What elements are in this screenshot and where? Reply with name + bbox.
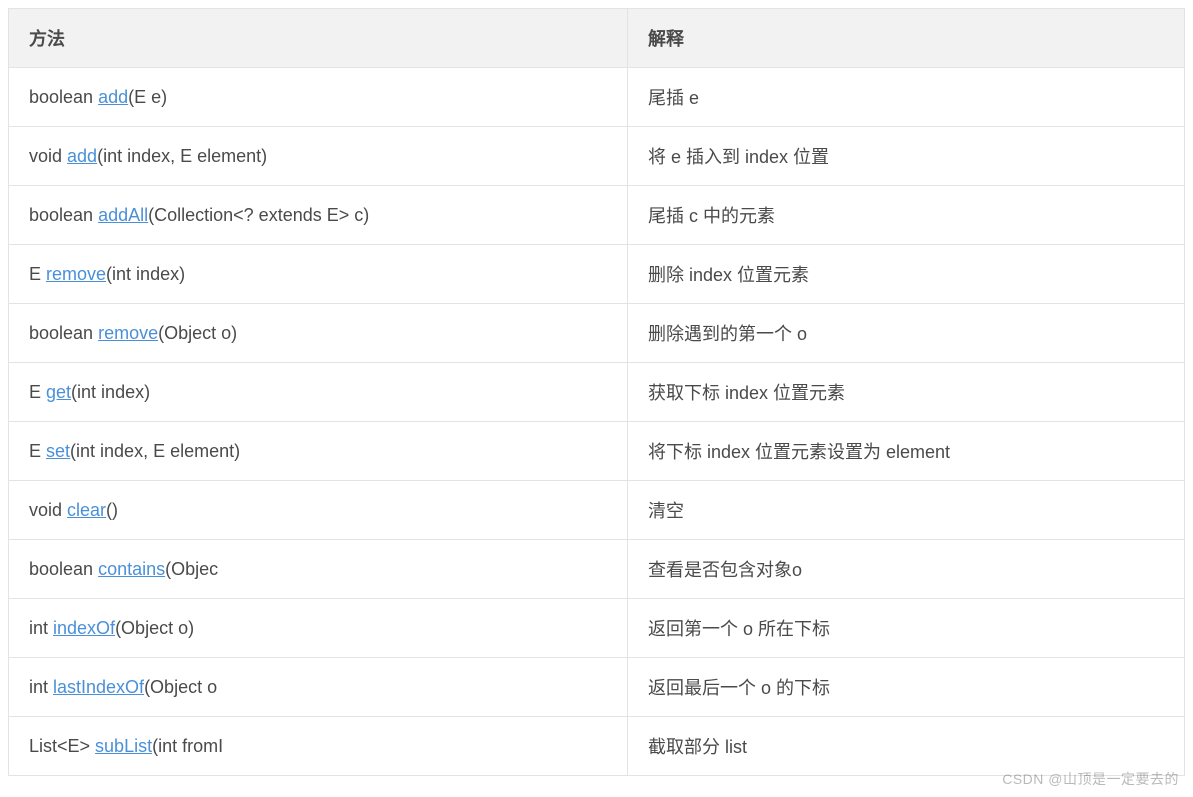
- methods-table: 方法 解释 boolean add(E e) 尾插 e void add(int…: [8, 8, 1185, 776]
- table-row: boolean addAll(Collection<? extends E> c…: [9, 186, 1185, 245]
- method-prefix: boolean: [29, 205, 98, 225]
- method-cell: E set(int index, E element): [9, 422, 628, 481]
- method-suffix: (): [106, 500, 118, 520]
- description-cell: 将下标 index 位置元素设置为 element: [627, 422, 1184, 481]
- method-cell: boolean add(E e): [9, 68, 628, 127]
- table-row: boolean remove(Object o) 删除遇到的第一个 o: [9, 304, 1185, 363]
- method-link[interactable]: add: [67, 146, 97, 166]
- method-cell: int indexOf(Object o): [9, 599, 628, 658]
- method-cell: E remove(int index): [9, 245, 628, 304]
- method-link[interactable]: remove: [98, 323, 158, 343]
- method-link[interactable]: addAll: [98, 205, 148, 225]
- method-link[interactable]: get: [46, 382, 71, 402]
- table-header-row: 方法 解释: [9, 9, 1185, 68]
- description-cell: 将 e 插入到 index 位置: [627, 127, 1184, 186]
- method-suffix: (Objec: [165, 559, 218, 579]
- method-cell: List<E> subList(int fromI: [9, 717, 628, 776]
- table-row: E get(int index) 获取下标 index 位置元素: [9, 363, 1185, 422]
- method-suffix: (int index): [71, 382, 150, 402]
- table-row: int lastIndexOf(Object o 返回最后一个 o 的下标: [9, 658, 1185, 717]
- method-suffix: (int index): [106, 264, 185, 284]
- description-cell: 返回最后一个 o 的下标: [627, 658, 1184, 717]
- method-prefix: List<E>: [29, 736, 95, 756]
- table-row: void clear() 清空: [9, 481, 1185, 540]
- method-prefix: E: [29, 441, 46, 461]
- method-suffix: (int fromI: [152, 736, 223, 756]
- description-cell: 尾插 e: [627, 68, 1184, 127]
- method-cell: E get(int index): [9, 363, 628, 422]
- method-suffix: (Object o): [158, 323, 237, 343]
- method-prefix: E: [29, 382, 46, 402]
- method-cell: boolean addAll(Collection<? extends E> c…: [9, 186, 628, 245]
- method-link[interactable]: subList: [95, 736, 152, 756]
- method-link[interactable]: add: [98, 87, 128, 107]
- method-cell: int lastIndexOf(Object o: [9, 658, 628, 717]
- table-row: List<E> subList(int fromI 截取部分 list: [9, 717, 1185, 776]
- description-cell: 返回第一个 o 所在下标: [627, 599, 1184, 658]
- method-cell: boolean remove(Object o): [9, 304, 628, 363]
- table-row: E set(int index, E element) 将下标 index 位置…: [9, 422, 1185, 481]
- description-cell: 删除遇到的第一个 o: [627, 304, 1184, 363]
- table-row: void add(int index, E element) 将 e 插入到 i…: [9, 127, 1185, 186]
- header-method: 方法: [9, 9, 628, 68]
- table-row: boolean contains(Objec 查看是否包含对象o: [9, 540, 1185, 599]
- method-link[interactable]: contains: [98, 559, 165, 579]
- method-suffix: (Object o): [115, 618, 194, 638]
- method-prefix: int: [29, 677, 53, 697]
- method-prefix: void: [29, 146, 67, 166]
- description-cell: 清空: [627, 481, 1184, 540]
- method-suffix: (Collection<? extends E> c): [148, 205, 369, 225]
- method-suffix: (E e): [128, 87, 167, 107]
- method-cell: boolean contains(Objec: [9, 540, 628, 599]
- description-cell: 获取下标 index 位置元素: [627, 363, 1184, 422]
- method-cell: void add(int index, E element): [9, 127, 628, 186]
- description-cell: 查看是否包含对象o: [627, 540, 1184, 599]
- method-prefix: void: [29, 500, 67, 520]
- method-suffix: (Object o: [144, 677, 217, 697]
- method-suffix: (int index, E element): [97, 146, 267, 166]
- table-row: boolean add(E e) 尾插 e: [9, 68, 1185, 127]
- method-link[interactable]: remove: [46, 264, 106, 284]
- method-link[interactable]: indexOf: [53, 618, 115, 638]
- method-link[interactable]: lastIndexOf: [53, 677, 144, 697]
- method-suffix: (int index, E element): [70, 441, 240, 461]
- method-prefix: int: [29, 618, 53, 638]
- method-prefix: boolean: [29, 87, 98, 107]
- description-cell: 尾插 c 中的元素: [627, 186, 1184, 245]
- method-link[interactable]: set: [46, 441, 70, 461]
- method-link[interactable]: clear: [67, 500, 106, 520]
- description-cell: 截取部分 list: [627, 717, 1184, 776]
- method-cell: void clear(): [9, 481, 628, 540]
- method-prefix: boolean: [29, 323, 98, 343]
- method-prefix: E: [29, 264, 46, 284]
- header-description: 解释: [627, 9, 1184, 68]
- method-prefix: boolean: [29, 559, 98, 579]
- table-row: E remove(int index) 删除 index 位置元素: [9, 245, 1185, 304]
- description-cell: 删除 index 位置元素: [627, 245, 1184, 304]
- table-row: int indexOf(Object o) 返回第一个 o 所在下标: [9, 599, 1185, 658]
